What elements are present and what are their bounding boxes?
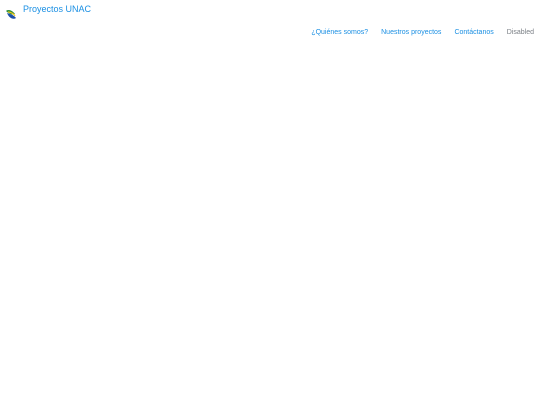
page: Proyectos UNAC ¿Quiénes somos? Nuestros …: [0, 0, 540, 405]
brand-title: Proyectos UNAC: [23, 4, 92, 14]
main-nav: ¿Quiénes somos? Nuestros proyectos Contá…: [305, 28, 534, 38]
navbar-brand[interactable]: Proyectos UNAC: [4, 3, 91, 21]
nav-link-contactanos[interactable]: Contáctanos: [448, 28, 500, 38]
nav-link-quienes-somos[interactable]: ¿Quiénes somos?: [305, 28, 375, 38]
unac-leaf-logo-icon: [6, 10, 16, 19]
nav-link-nuestros-proyectos[interactable]: Nuestros proyectos: [375, 28, 448, 38]
nav-link-disabled: Disabled: [506, 29, 534, 36]
